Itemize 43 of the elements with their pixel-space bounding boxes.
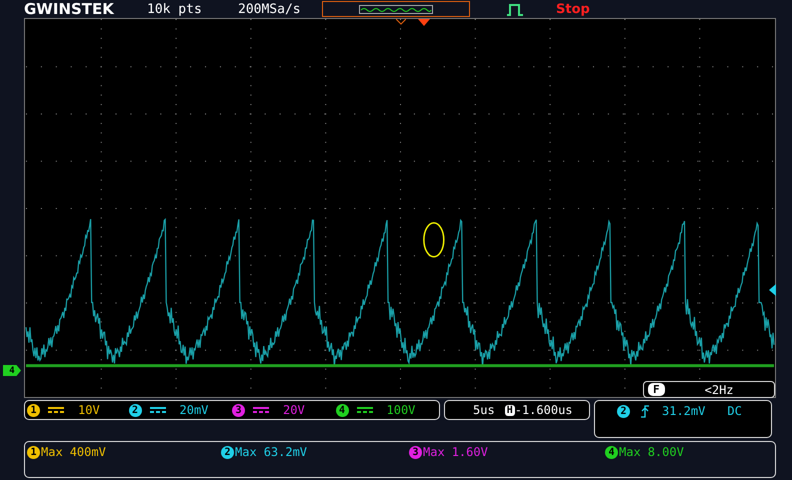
frequency-badge: F (648, 383, 665, 396)
sample-rate: 200MSa/s (238, 2, 302, 16)
horizontal-position: -1.600us (514, 403, 573, 417)
measurement-label: Max (423, 445, 445, 459)
channel-ground-marker: 4 (3, 365, 21, 376)
measurement-label: Max (41, 445, 63, 459)
channel-number: 1 (27, 446, 40, 458)
measurement-value: 63.2mV (264, 445, 308, 459)
channel-scale: 20V (283, 403, 305, 417)
rising-edge-icon (640, 404, 650, 418)
measurement-value: 8.00V (648, 445, 684, 459)
frequency-value: <2Hz (704, 382, 734, 396)
channel-number: 2 (221, 446, 234, 458)
measurement-value: 1.60V (452, 445, 488, 459)
channel-number: 3 (232, 404, 245, 416)
channel-number: 2 (128, 404, 142, 416)
brand-logo: GWINSTEK (24, 0, 116, 18)
measurement-label: Max (235, 445, 257, 459)
channel-number: 4 (336, 404, 348, 416)
overview-wave-icon (359, 4, 433, 14)
channel-scale: 100V (386, 403, 416, 417)
dc-coupling-icon (48, 406, 64, 414)
horizontal-badge: H (504, 404, 515, 416)
measurement-value: 400mV (70, 445, 106, 459)
trigger-coupling: DC (727, 404, 742, 418)
trigger-level-icon (769, 284, 776, 296)
channel-scale: 20mV (180, 403, 208, 417)
trigger-level: 31.2mV (662, 404, 706, 418)
record-length: 10k pts (147, 2, 203, 16)
run-state: Stop (556, 2, 590, 16)
trigger-pulse-icon (506, 2, 524, 16)
trigger-marker-icon (418, 19, 430, 26)
channel-number: 3 (409, 446, 422, 458)
time-scale: 5us (473, 403, 495, 417)
dc-coupling-icon (356, 406, 372, 414)
trigger-position-icon (396, 19, 406, 25)
dc-coupling-icon (150, 406, 166, 414)
trigger-source: 2 (617, 404, 630, 418)
channel-number: 1 (27, 404, 40, 416)
channel-number: 4 (605, 446, 618, 458)
channel-scale: 10V (78, 403, 100, 417)
dc-coupling-icon (253, 406, 269, 414)
measurement-label: Max (619, 445, 641, 459)
